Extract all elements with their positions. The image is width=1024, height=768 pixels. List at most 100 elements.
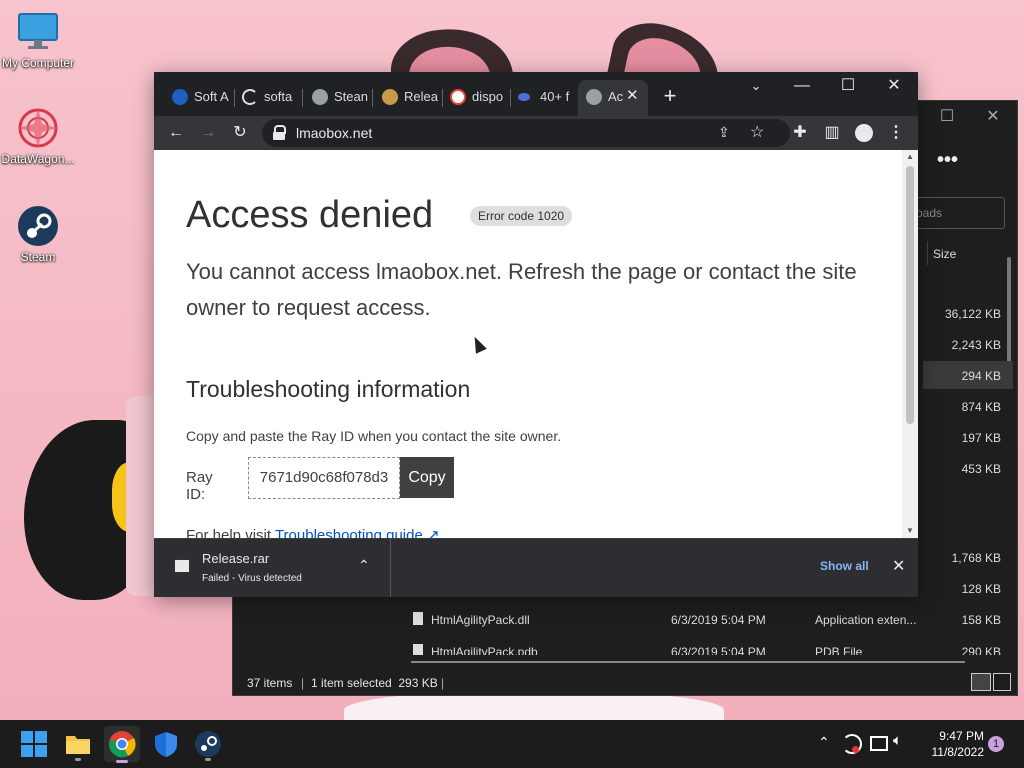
- download-filename: Release.rar: [202, 551, 270, 566]
- steam-icon: [16, 204, 60, 248]
- size-cell: 294 KB: [961, 369, 1001, 383]
- tab-separator: [372, 89, 373, 107]
- tab-softa[interactable]: softa: [234, 84, 300, 110]
- tab-soft[interactable]: Soft A: [164, 84, 230, 110]
- file-date: 6/3/2019 5:04 PM: [671, 613, 766, 627]
- show-all-link[interactable]: Show all: [820, 559, 869, 573]
- column-divider: [927, 241, 928, 265]
- toolbar: ← → ↻ lmaobox.net ⇪ ☆ ✚ ▥ ⋮: [154, 116, 918, 150]
- show-hidden-icons-chevron-icon[interactable]: ⌃: [818, 734, 830, 751]
- tab-40-plus[interactable]: 40+ f: [510, 84, 576, 110]
- file-type: Application exten...: [815, 613, 917, 627]
- file-icon: [413, 644, 423, 655]
- desktop-icon-datawagon[interactable]: DataWagon...: [0, 106, 76, 166]
- column-header-size[interactable]: Size: [933, 247, 956, 261]
- back-arrow-icon[interactable]: ←: [164, 121, 188, 145]
- copy-button[interactable]: Copy: [400, 457, 454, 498]
- clock[interactable]: 9:47 PM 11/8/2022: [918, 728, 985, 760]
- maximize-button[interactable]: ☐: [834, 72, 862, 100]
- clock-date: 11/8/2022: [931, 745, 985, 759]
- desktop-icon-label: My Computer: [1, 56, 75, 70]
- datawagon-icon: [16, 106, 60, 150]
- tiles-view-icon[interactable]: [993, 673, 1011, 691]
- more-options-icon[interactable]: •••: [937, 149, 958, 172]
- status-divider: |: [301, 676, 305, 690]
- size-cell: 2,243 KB: [951, 338, 1001, 352]
- reload-icon[interactable]: ↻: [228, 121, 252, 145]
- status-selected: 1 item selected 293 KB: [311, 676, 438, 690]
- chevron-up-icon[interactable]: ⌃: [358, 557, 370, 574]
- notification-badge[interactable]: 1: [988, 736, 1004, 752]
- close-tab-icon[interactable]: ✕: [626, 86, 639, 104]
- status-bar: 37 items | 1 item selected 293 KB |: [233, 673, 1017, 693]
- steam-icon[interactable]: [192, 728, 224, 761]
- page-scrollbar[interactable]: ▲ ▼: [902, 150, 918, 538]
- address-bar[interactable]: lmaobox.net ⇪ ☆: [262, 119, 790, 147]
- size-cell: 197 KB: [961, 431, 1001, 445]
- volume-icon[interactable]: 🔈︎: [893, 732, 902, 749]
- c-logo-icon: [242, 89, 258, 105]
- desktop-icon-steam[interactable]: Steam: [0, 204, 76, 264]
- archive-file-icon: [174, 559, 190, 573]
- download-item[interactable]: Release.rar Failed - Virus detected ⌃: [154, 539, 391, 597]
- page-content: Access denied Error code 1020 You cannot…: [154, 150, 918, 538]
- minimize-button[interactable]: —: [788, 72, 816, 100]
- file-size: 290 KB: [961, 645, 1001, 655]
- scroll-thumb[interactable]: [906, 166, 914, 424]
- globe-icon: [586, 89, 602, 105]
- file-explorer-folder-icon[interactable]: [62, 728, 94, 761]
- side-panel-icon[interactable]: ▥: [820, 121, 844, 145]
- start-windows-icon[interactable]: [18, 728, 50, 760]
- menu-kebab-icon[interactable]: ⋮: [884, 121, 908, 145]
- details-view-icon[interactable]: [971, 673, 991, 691]
- download-bar: Release.rar Failed - Virus detected ⌃ Sh…: [154, 538, 918, 597]
- tab-release[interactable]: Relea: [374, 84, 440, 110]
- size-cell: 453 KB: [961, 462, 1001, 476]
- monitor-icon: [16, 10, 60, 54]
- close-download-bar-icon[interactable]: ✕: [892, 556, 905, 576]
- clock-time: 9:47 PM: [939, 729, 984, 743]
- active-indicator: [116, 760, 128, 763]
- file-name: HtmlAgilityPack.pdb: [431, 645, 538, 655]
- steam-icon: [312, 89, 328, 105]
- file-size: 158 KB: [961, 613, 1001, 627]
- desktop-icon-my-computer[interactable]: My Computer: [0, 10, 76, 70]
- extensions-puzzle-icon[interactable]: ✚: [788, 121, 812, 145]
- size-cell: 128 KB: [961, 582, 1001, 596]
- size-cell: 1,768 KB: [951, 551, 1001, 565]
- close-window-button[interactable]: ✕: [880, 72, 908, 100]
- file-name: HtmlAgilityPack.dll: [431, 613, 530, 627]
- table-row[interactable]: HtmlAgilityPack.dll 6/3/2019 5:04 PM App…: [413, 605, 1017, 635]
- explorer-close-button[interactable]: ✕: [979, 103, 1007, 131]
- star-icon[interactable]: ☆: [750, 122, 764, 142]
- tab-dispo[interactable]: dispo: [442, 84, 508, 110]
- link-icon: [518, 93, 530, 101]
- size-cell: 36,122 KB: [944, 307, 1001, 321]
- scroll-up-arrow-icon[interactable]: ▲: [906, 152, 914, 161]
- share-icon[interactable]: ⇪: [718, 124, 730, 141]
- new-tab-button[interactable]: +: [656, 82, 684, 110]
- table-row[interactable]: HtmlAgilityPack.pdb 6/3/2019 5:04 PM PDB…: [413, 637, 1017, 655]
- help-prefix: For help visit: [186, 527, 272, 538]
- desktop-icon-label: Steam: [20, 250, 56, 264]
- horizontal-scrollbar[interactable]: [411, 661, 965, 663]
- tab-access-denied[interactable]: Ac ✕: [578, 80, 648, 116]
- ray-id-value[interactable]: 7671d90c68f078d3: [248, 457, 400, 499]
- windows-security-shield-icon[interactable]: [150, 728, 182, 760]
- tab-search-chevron-icon[interactable]: ⌄: [742, 72, 770, 100]
- troubleshooting-heading: Troubleshooting information: [186, 376, 471, 402]
- scroll-down-arrow-icon[interactable]: ▼: [906, 526, 914, 535]
- troubleshooting-guide-link[interactable]: Troubleshooting guide ↗: [275, 527, 440, 538]
- ray-id-label: Ray ID:: [186, 469, 213, 503]
- file-type: PDB File: [815, 645, 863, 655]
- tab-steam[interactable]: Stean: [304, 84, 370, 110]
- explorer-search-input[interactable]: oads: [913, 197, 1005, 229]
- error-code-badge: Error code 1020: [470, 206, 573, 226]
- running-indicator: [205, 758, 211, 761]
- lock-body: [273, 132, 285, 140]
- chrome-icon[interactable]: [104, 726, 140, 763]
- profile-avatar-icon[interactable]: [852, 121, 876, 145]
- network-icon[interactable]: [870, 736, 888, 751]
- forward-arrow-icon[interactable]: →: [196, 121, 220, 145]
- explorer-maximize-button[interactable]: ☐: [933, 103, 961, 131]
